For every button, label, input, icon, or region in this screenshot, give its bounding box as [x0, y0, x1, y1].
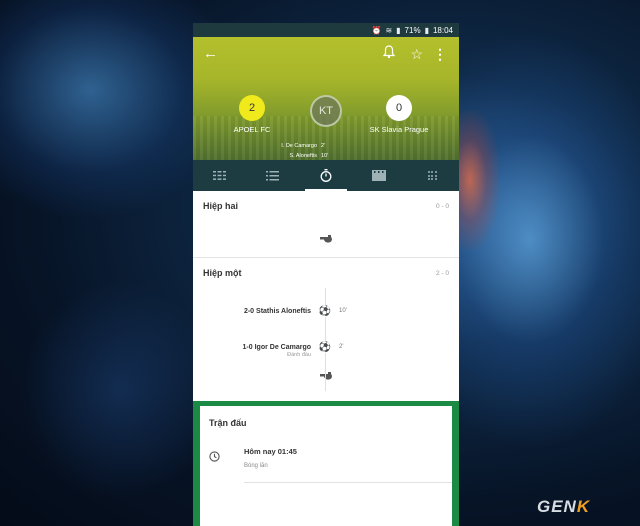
- section-score: 0 - 0: [435, 202, 449, 210]
- event-note: Đánh đầu: [287, 352, 311, 358]
- pitch-icon: [427, 171, 437, 180]
- back-arrow-icon[interactable]: ←: [203, 45, 218, 63]
- event-minute: 10': [339, 308, 347, 314]
- clock-time: 18:04: [432, 25, 453, 35]
- phone-screen: ⏰ ≋ ▮ 71% ▮ 18:04 ← ☆ ⋮ 2 APOEL FC KT 0 …: [193, 23, 459, 526]
- event-player-name: Igor De Camargo: [254, 343, 311, 351]
- event-player-name: Stathis Aloneftis: [256, 307, 311, 315]
- alarm-icon: ⏰: [371, 25, 382, 35]
- signal-icon: ▮: [396, 25, 401, 35]
- tab-timeline[interactable]: [299, 160, 352, 191]
- section-title: Hiệp hai: [203, 201, 239, 211]
- tab-video[interactable]: [353, 160, 406, 191]
- event-score: 2-0: [243, 307, 255, 315]
- tab-lineup[interactable]: [193, 160, 246, 191]
- ball-icon: ⚽: [318, 341, 332, 353]
- match-status-badge: KT: [310, 95, 342, 127]
- clock-icon: [209, 451, 220, 465]
- wifi-icon: ≋: [385, 25, 393, 35]
- section-score: 2 - 0: [435, 269, 449, 277]
- scorer-name: I. De Camargo: [281, 143, 317, 149]
- row-divider: [244, 482, 452, 483]
- kickoff-time: Hôm nay 01:45: [244, 447, 297, 456]
- match-info-card-frame: Trận đấu Hôm nay 01:45 Bóng lăn: [193, 401, 459, 526]
- ball-icon: ⚽: [318, 305, 332, 317]
- battery-level: 71%: [404, 25, 421, 35]
- away-team-crest: 0: [386, 95, 412, 121]
- more-options-icon[interactable]: ⋮: [433, 45, 447, 63]
- away-team-name: SK Slavia Prague: [369, 125, 429, 134]
- scorer-minute: 10': [321, 153, 329, 159]
- whistle-icon: [320, 235, 332, 243]
- whistle-icon: [320, 372, 332, 380]
- first-half-events: 2-0 Stathis Aloneftis ⚽ 10' 1-0 Igor De …: [193, 288, 459, 391]
- battery-icon: ▮: [424, 25, 429, 35]
- app-bar: ← ☆ ⋮: [193, 45, 459, 63]
- lineup-icon: [213, 171, 227, 180]
- list-icon: [266, 170, 280, 180]
- match-info-card: Trận đấu Hôm nay 01:45 Bóng lăn: [200, 406, 452, 526]
- sport-name: Bóng lăn: [244, 463, 268, 469]
- tab-pitch[interactable]: [406, 160, 459, 191]
- bell-icon[interactable]: [382, 45, 396, 64]
- stopwatch-icon: [320, 169, 332, 182]
- event-player: 2-0 Stathis Aloneftis: [193, 308, 311, 315]
- second-half-header: Hiệp hai 0 - 0: [193, 191, 459, 221]
- section-title: Hiệp một: [203, 268, 242, 278]
- whistle-row: [193, 361, 459, 391]
- card-title: Trận đấu: [209, 418, 247, 428]
- tab-list[interactable]: [246, 160, 299, 191]
- goal-event[interactable]: 1-0 Igor De Camargo Đánh đầu ⚽ 2': [193, 333, 459, 361]
- whistle-row: [193, 221, 459, 257]
- star-icon[interactable]: ☆: [410, 45, 423, 63]
- scorers-list: I. De Camargo 2' S. Aloneftis 10': [193, 141, 459, 161]
- away-team[interactable]: 0 SK Slavia Prague: [349, 95, 449, 134]
- kickoff-row: Hôm nay 01:45 Bóng lăn: [200, 444, 452, 484]
- status-bar: ⏰ ≋ ▮ 71% ▮ 18:04: [193, 23, 459, 37]
- event-player: 1-0 Igor De Camargo: [193, 344, 311, 351]
- scorer-row: I. De Camargo 2': [193, 141, 459, 151]
- match-header: ← ☆ ⋮ 2 APOEL FC KT 0 SK Slavia Prague I…: [193, 37, 459, 160]
- home-team-name: APOEL FC: [233, 125, 271, 134]
- genk-logo: GENK: [537, 497, 591, 516]
- home-team-crest: 2: [239, 95, 265, 121]
- goal-event[interactable]: 2-0 Stathis Aloneftis ⚽ 10': [193, 297, 459, 325]
- video-icon: [372, 170, 387, 181]
- home-team[interactable]: 2 APOEL FC: [202, 95, 302, 134]
- scorer-name: S. Aloneftis: [289, 153, 317, 159]
- tab-bar: [193, 160, 459, 191]
- event-minute: 2': [339, 344, 344, 350]
- event-score: 1-0: [242, 343, 253, 351]
- first-half-header: Hiệp một 2 - 0: [193, 258, 459, 288]
- scorer-minute: 2': [321, 143, 326, 149]
